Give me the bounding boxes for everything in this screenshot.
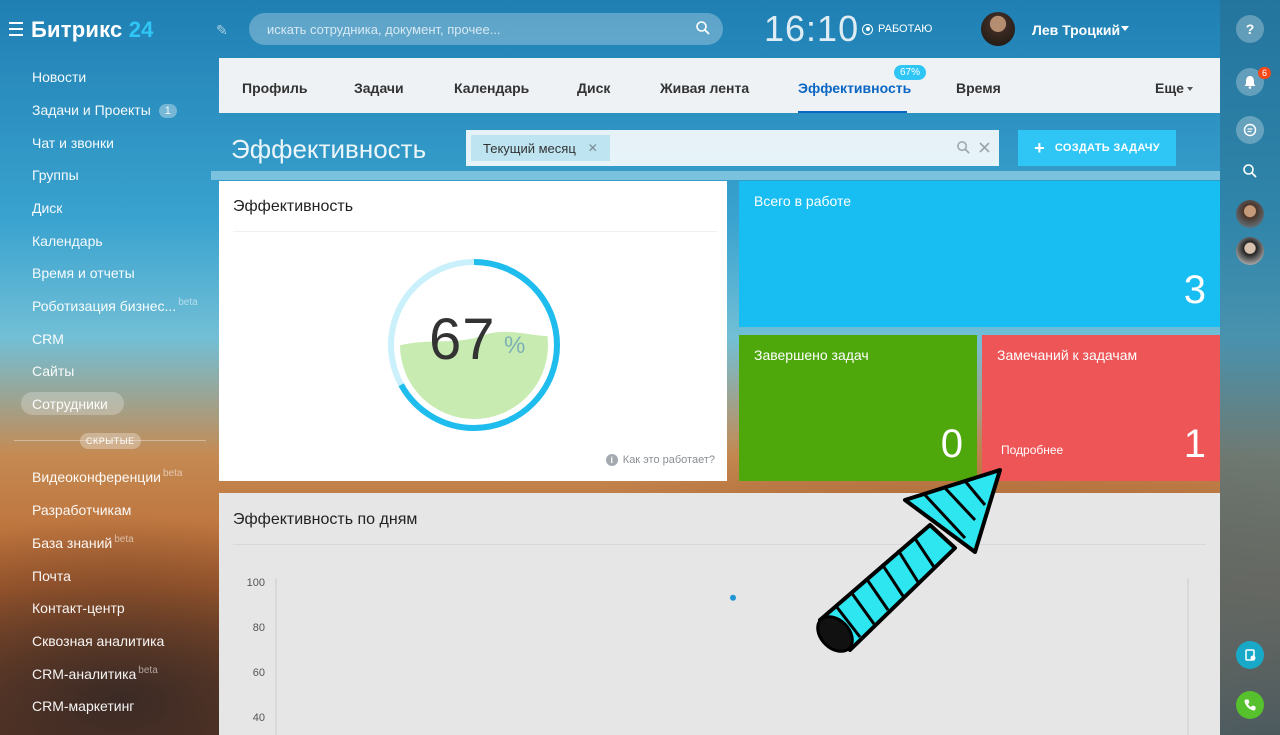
search-icon[interactable]: [695, 20, 711, 36]
plus-icon: +: [1034, 137, 1045, 158]
user-name[interactable]: Лев Троцкий: [1032, 22, 1120, 38]
tab-tasks[interactable]: Задачи: [354, 80, 404, 96]
tile-remarks[interactable]: Замечаний к задачам Подробнее 1: [982, 335, 1220, 481]
create-task-label: СОЗДАТЬ ЗАДАЧУ: [1054, 142, 1160, 154]
phone-icon[interactable]: [1236, 691, 1264, 719]
hidden-section-label[interactable]: СКРЫТЫЕ: [80, 433, 141, 449]
y-tick-label: 80: [253, 622, 265, 634]
help-icon[interactable]: ?: [1236, 15, 1264, 43]
tab-live-feed[interactable]: Живая лента: [660, 80, 749, 96]
sidebar-item-disk[interactable]: Диск: [32, 200, 62, 216]
tile-value: 1: [1183, 422, 1206, 466]
tile-title: Всего в работе: [754, 193, 852, 209]
sidebar-item-tasks[interactable]: Задачи и Проекты 1: [32, 102, 177, 118]
data-point[interactable]: [730, 594, 736, 601]
sidebar-item-analytics[interactable]: Сквозная аналитика: [32, 633, 164, 649]
divider: [233, 231, 717, 232]
tile-completed[interactable]: Завершено задач 0: [739, 335, 977, 481]
tab-profile[interactable]: Профиль: [242, 80, 308, 96]
avatar[interactable]: [981, 12, 1015, 46]
status-icon: [862, 23, 873, 35]
sidebar-item-chat[interactable]: Чат и звонки: [32, 135, 114, 151]
sidebar-item-crm[interactable]: CRM: [32, 331, 64, 347]
details-link[interactable]: Подробнее: [1001, 443, 1063, 457]
avatar[interactable]: [1236, 237, 1264, 265]
clock: 16:10: [764, 8, 860, 49]
sidebar-item-calendar[interactable]: Календарь: [32, 233, 103, 249]
y-tick-label: 40: [253, 712, 265, 724]
search-icon[interactable]: [1236, 157, 1264, 185]
filter-input[interactable]: Текущий месяц ✕: [466, 130, 999, 166]
clear-icon[interactable]: [979, 142, 990, 153]
tile-value: 3: [1183, 268, 1206, 312]
beta-label: beta: [162, 468, 183, 479]
sidebar-item-automation[interactable]: Роботизация бизнес... beta: [32, 297, 198, 314]
sidebar-item-crm-marketing[interactable]: CRM-маркетинг: [32, 698, 134, 714]
how-it-works-label: Как это работает?: [622, 454, 715, 466]
sidebar-item-news[interactable]: Новости: [32, 69, 86, 85]
sidebar-item-developers[interactable]: Разработчикам: [32, 502, 131, 518]
sidebar-item-mail[interactable]: Почта: [32, 568, 71, 584]
active-tab-underline: [798, 111, 907, 113]
sidebar-item-employees[interactable]: Сотрудники: [32, 396, 108, 412]
tile-in-work[interactable]: Всего в работе 3: [739, 181, 1220, 327]
chevron-down-icon[interactable]: [1121, 26, 1129, 31]
tab-time[interactable]: Время: [956, 80, 1001, 96]
right-panel: [1220, 0, 1280, 735]
beta-label: beta: [114, 534, 134, 545]
document-icon[interactable]: [1236, 641, 1264, 669]
work-status[interactable]: РАБОТАЮ: [862, 23, 932, 35]
tab-disk[interactable]: Диск: [577, 80, 610, 96]
create-task-button[interactable]: + СОЗДАТЬ ЗАДАЧУ: [1018, 130, 1176, 166]
sidebar-item-crm-analytics[interactable]: CRM-аналитика beta: [32, 665, 158, 682]
profile-tabs: Профиль Задачи Календарь Диск Живая лент…: [219, 58, 1220, 113]
card-title: Эффективность: [233, 198, 354, 215]
search-placeholder: искать сотрудника, документ, прочее...: [267, 22, 501, 37]
tab-efficiency[interactable]: Эффективность: [798, 80, 911, 96]
sidebar-item-contact-center[interactable]: Контакт-центр: [32, 600, 125, 616]
logo-number: 24: [128, 17, 154, 42]
pencil-icon[interactable]: ✎: [216, 22, 228, 39]
search-icon[interactable]: [956, 140, 971, 155]
avatar[interactable]: [1236, 200, 1264, 228]
page-title: Эффективность: [231, 134, 427, 164]
efficiency-badge: 67%: [894, 65, 927, 80]
y-tick-label: 60: [253, 667, 265, 679]
beta-label: beta: [138, 665, 158, 676]
logo[interactable]: Битрикс 24: [31, 17, 154, 43]
efficiency-card: Эффективность 67 % i Как это работает?: [219, 181, 727, 481]
sidebar-item-groups[interactable]: Группы: [32, 167, 79, 183]
daily-efficiency-card: Эффективность по дням 100 80 60 40: [219, 493, 1220, 735]
tile-title: Замечаний к задачам: [997, 347, 1138, 363]
efficiency-unit: %: [504, 332, 526, 359]
tile-value: 0: [940, 422, 963, 466]
tile-title: Завершено задач: [754, 347, 869, 363]
content-band: [211, 171, 1220, 180]
logo-text: Битрикс: [31, 17, 123, 42]
how-it-works-link[interactable]: i Как это работает?: [605, 454, 715, 466]
filter-chip[interactable]: Текущий месяц ✕: [471, 135, 610, 161]
chat-icon[interactable]: [1236, 116, 1264, 144]
y-tick-label: 100: [247, 577, 265, 589]
sidebar-item-sites[interactable]: Сайты: [32, 363, 74, 379]
notification-count: 6: [1258, 67, 1272, 79]
menu-icon[interactable]: [9, 22, 23, 36]
search-input[interactable]: искать сотрудника, документ, прочее...: [249, 13, 723, 45]
sidebar-item-time[interactable]: Время и отчеты: [32, 265, 135, 281]
counter-badge: 1: [158, 104, 177, 118]
efficiency-value: 67: [429, 307, 496, 372]
chevron-down-icon[interactable]: [1187, 87, 1193, 91]
tab-calendar[interactable]: Календарь: [454, 80, 529, 96]
info-icon: i: [605, 454, 618, 466]
close-icon[interactable]: ✕: [588, 141, 598, 155]
tab-more[interactable]: Еще: [1155, 80, 1184, 96]
sidebar-item-video[interactable]: Видеоконференции beta: [32, 468, 183, 485]
daily-efficiency-chart: 100 80 60 40: [247, 577, 1189, 735]
beta-label: beta: [178, 297, 198, 308]
filter-chip-label: Текущий месяц: [483, 140, 576, 156]
work-status-label: РАБОТАЮ: [878, 23, 933, 35]
sidebar-item-knowledge[interactable]: База знаний beta: [32, 534, 134, 551]
